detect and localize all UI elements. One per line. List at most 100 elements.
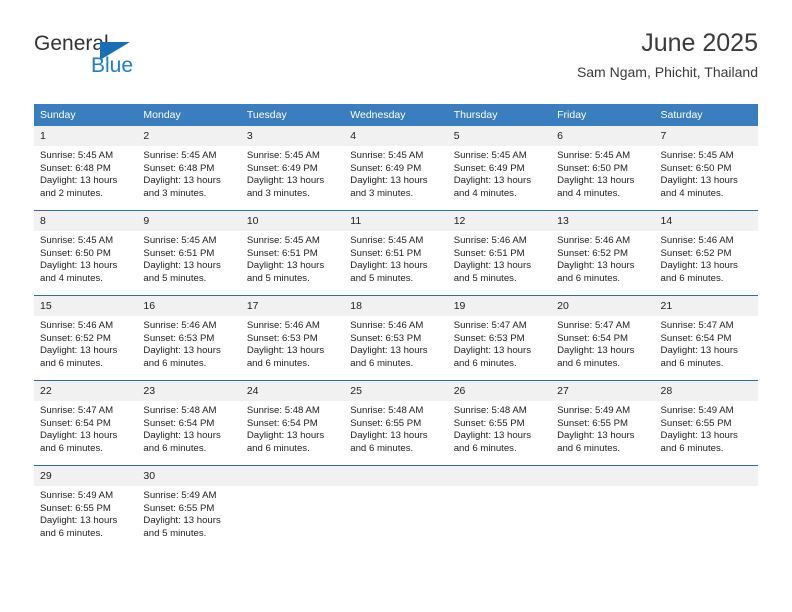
weekday-header-saturday: Saturday (654, 104, 758, 126)
day-details: Sunrise: 5:46 AM Sunset: 6:52 PM Daylight:… (655, 231, 758, 285)
day-cell-inner: 2 Sunrise: 5:45 AM Sunset: 6:48 PM Daylight… (137, 126, 241, 210)
sunset-text: Sunset: 6:52 PM (557, 247, 629, 259)
calendar-day-cell[interactable]: 27 Sunrise: 5:49 AM Sunset: 6:55 PM Dayligh… (551, 380, 655, 466)
day-details (344, 486, 447, 490)
page-subtitle: Sam Ngam, Phichit, Thailand (576, 64, 758, 80)
day-details (241, 486, 344, 490)
calendar-day-cell[interactable]: 24 Sunrise: 5:48 AM Sunset: 6:54 PM Dayligh… (240, 380, 345, 466)
calendar-day-cell[interactable]: 25 Sunrise: 5:48 AM Sunset: 6:55 PM Dayligh… (344, 380, 448, 466)
sunrise-text: Sunrise: 5:48 AM (143, 405, 217, 416)
day-number: 2 (137, 126, 241, 146)
calendar-day-cell[interactable]: 20 Sunrise: 5:47 AM Sunset: 6:54 PM Dayligh… (551, 295, 655, 381)
day-details: Sunrise: 5:46 AM Sunset: 6:53 PM Daylight:… (137, 316, 240, 370)
sunset-text: Sunset: 6:55 PM (143, 502, 215, 514)
sunrise-text: Sunrise: 5:45 AM (557, 150, 631, 161)
sunset-text: Sunset: 6:51 PM (143, 247, 215, 259)
day-cell-inner: 17 Sunrise: 5:46 AM Sunset: 6:53 PM Dayligh… (240, 296, 345, 380)
sunset-text: Sunset: 6:54 PM (40, 417, 111, 429)
calendar-day-cell (654, 465, 758, 550)
calendar-day-cell[interactable]: 14 Sunrise: 5:46 AM Sunset: 6:52 PM Dayligh… (654, 210, 758, 296)
day-cell-inner: 26 Sunrise: 5:48 AM Sunset: 6:55 PM Dayligh… (447, 381, 552, 465)
daylight-text-line2: and 6 minutes. (660, 442, 724, 454)
daylight-text-line2: and 5 minutes. (453, 272, 517, 284)
daylight-text-line2: and 2 minutes. (40, 187, 103, 199)
logo-text-general: General (34, 32, 109, 55)
daylight-text-line2: and 5 minutes. (143, 527, 207, 539)
calendar-day-cell[interactable]: 17 Sunrise: 5:46 AM Sunset: 6:53 PM Dayligh… (240, 295, 345, 381)
calendar-header-row: Sunday Monday Tuesday Wednesday Thursday… (34, 104, 758, 126)
calendar-day-cell[interactable]: 1 Sunrise: 5:45 AM Sunset: 6:48 PM Daylight… (34, 126, 138, 211)
calendar-day-cell[interactable]: 18 Sunrise: 5:46 AM Sunset: 6:53 PM Dayligh… (344, 295, 448, 381)
sunset-text: Sunset: 6:49 PM (350, 162, 422, 174)
daylight-text-line1: Daylight: 13 hours (350, 345, 428, 357)
day-number: 7 (654, 126, 758, 146)
daylight-text-line1: Daylight: 13 hours (40, 345, 118, 357)
calendar-day-cell[interactable]: 9 Sunrise: 5:45 AM Sunset: 6:51 PM Daylight… (137, 210, 241, 296)
sunrise-text: Sunrise: 5:49 AM (143, 490, 217, 501)
day-details: Sunrise: 5:45 AM Sunset: 6:51 PM Daylight:… (241, 231, 344, 285)
calendar-day-cell[interactable]: 15 Sunrise: 5:46 AM Sunset: 6:52 PM Dayligh… (34, 295, 138, 381)
calendar-day-cell[interactable]: 2 Sunrise: 5:45 AM Sunset: 6:48 PM Daylight… (137, 126, 241, 211)
daylight-text-line1: Daylight: 13 hours (246, 345, 325, 357)
day-details: Sunrise: 5:49 AM Sunset: 6:55 PM Daylight:… (655, 401, 758, 455)
calendar-day-cell[interactable]: 5 Sunrise: 5:45 AM Sunset: 6:49 PM Daylight… (447, 126, 552, 211)
calendar-day-cell[interactable]: 8 Sunrise: 5:45 AM Sunset: 6:50 PM Daylight… (34, 210, 138, 296)
day-number: 29 (34, 466, 138, 486)
calendar-day-cell[interactable]: 13 Sunrise: 5:46 AM Sunset: 6:52 PM Dayligh… (551, 210, 655, 296)
day-details: Sunrise: 5:46 AM Sunset: 6:53 PM Daylight:… (344, 316, 447, 370)
daylight-text-line2: and 5 minutes. (246, 272, 310, 284)
calendar-day-cell[interactable]: 16 Sunrise: 5:46 AM Sunset: 6:53 PM Dayligh… (137, 295, 241, 381)
sunset-text: Sunset: 6:53 PM (350, 332, 422, 344)
day-number: 13 (551, 211, 655, 231)
weekday-header-friday: Friday (551, 104, 655, 126)
day-number: 12 (447, 211, 552, 231)
day-number: 3 (240, 126, 345, 146)
sunset-text: Sunset: 6:50 PM (40, 247, 111, 259)
weekday-header-sunday: Sunday (34, 104, 138, 126)
day-details: Sunrise: 5:45 AM Sunset: 6:49 PM Daylight:… (344, 146, 447, 200)
day-details: Sunrise: 5:47 AM Sunset: 6:54 PM Daylight:… (34, 401, 137, 455)
calendar-week-row: 15 Sunrise: 5:46 AM Sunset: 6:52 PM Dayligh… (34, 295, 758, 381)
calendar-day-cell[interactable]: 22 Sunrise: 5:47 AM Sunset: 6:54 PM Dayligh… (34, 380, 138, 466)
day-details: Sunrise: 5:47 AM Sunset: 6:54 PM Daylight:… (655, 316, 758, 370)
calendar-week-row: 22 Sunrise: 5:47 AM Sunset: 6:54 PM Dayligh… (34, 380, 758, 466)
sunrise-text: Sunrise: 5:45 AM (40, 150, 114, 161)
calendar-day-cell[interactable]: 3 Sunrise: 5:45 AM Sunset: 6:49 PM Daylight… (240, 126, 345, 211)
day-number: 15 (34, 296, 138, 316)
sunset-text: Sunset: 6:54 PM (143, 417, 215, 429)
calendar-day-cell[interactable]: 26 Sunrise: 5:48 AM Sunset: 6:55 PM Dayligh… (447, 380, 552, 466)
daylight-text-line1: Daylight: 13 hours (557, 430, 635, 442)
daylight-text-line2: and 4 minutes. (660, 187, 724, 199)
daylight-text-line2: and 3 minutes. (246, 187, 310, 199)
calendar-day-cell[interactable]: 12 Sunrise: 5:46 AM Sunset: 6:51 PM Dayligh… (447, 210, 552, 296)
calendar-day-cell[interactable]: 30 Sunrise: 5:49 AM Sunset: 6:55 PM Dayligh… (137, 465, 241, 550)
calendar-day-cell[interactable]: 29 Sunrise: 5:49 AM Sunset: 6:55 PM Dayligh… (34, 465, 138, 550)
calendar-day-cell[interactable]: 28 Sunrise: 5:49 AM Sunset: 6:55 PM Dayligh… (654, 380, 758, 466)
daylight-text-line1: Daylight: 13 hours (40, 515, 118, 527)
daylight-text-line2: and 6 minutes. (350, 442, 414, 454)
calendar-day-cell[interactable]: 10 Sunrise: 5:45 AM Sunset: 6:51 PM Dayligh… (240, 210, 345, 296)
sunrise-text: Sunrise: 5:45 AM (143, 150, 217, 161)
sunrise-text: Sunrise: 5:45 AM (40, 235, 114, 246)
calendar-day-cell[interactable]: 11 Sunrise: 5:45 AM Sunset: 6:51 PM Dayligh… (344, 210, 448, 296)
day-details: Sunrise: 5:45 AM Sunset: 6:50 PM Daylight:… (34, 231, 137, 285)
day-number (551, 466, 655, 486)
calendar-day-cell[interactable]: 21 Sunrise: 5:47 AM Sunset: 6:54 PM Dayligh… (654, 295, 758, 381)
daylight-text-line1: Daylight: 13 hours (350, 175, 428, 187)
sunset-text: Sunset: 6:55 PM (660, 417, 732, 429)
calendar-day-cell[interactable]: 23 Sunrise: 5:48 AM Sunset: 6:54 PM Dayligh… (137, 380, 241, 466)
calendar-day-cell[interactable]: 7 Sunrise: 5:45 AM Sunset: 6:50 PM Daylight… (654, 126, 758, 211)
day-number: 30 (137, 466, 241, 486)
day-number: 19 (447, 296, 552, 316)
day-details: Sunrise: 5:48 AM Sunset: 6:54 PM Daylight:… (241, 401, 344, 455)
day-details: Sunrise: 5:45 AM Sunset: 6:49 PM Daylight:… (241, 146, 344, 200)
calendar-day-cell[interactable]: 4 Sunrise: 5:45 AM Sunset: 6:49 PM Daylight… (344, 126, 448, 211)
calendar-day-cell[interactable]: 6 Sunrise: 5:45 AM Sunset: 6:50 PM Daylight… (551, 126, 655, 211)
weekday-header-thursday: Thursday (447, 104, 552, 126)
calendar-day-cell[interactable]: 19 Sunrise: 5:47 AM Sunset: 6:53 PM Dayligh… (447, 295, 552, 381)
title-block: June 2025 Sam Ngam, Phichit, Thailand (577, 28, 758, 81)
general-blue-logo[interactable]: General Blue (34, 32, 184, 88)
sunrise-text: Sunrise: 5:46 AM (660, 235, 734, 246)
daylight-text-line1: Daylight: 13 hours (246, 260, 325, 272)
day-details: Sunrise: 5:45 AM Sunset: 6:51 PM Daylight:… (137, 231, 240, 285)
